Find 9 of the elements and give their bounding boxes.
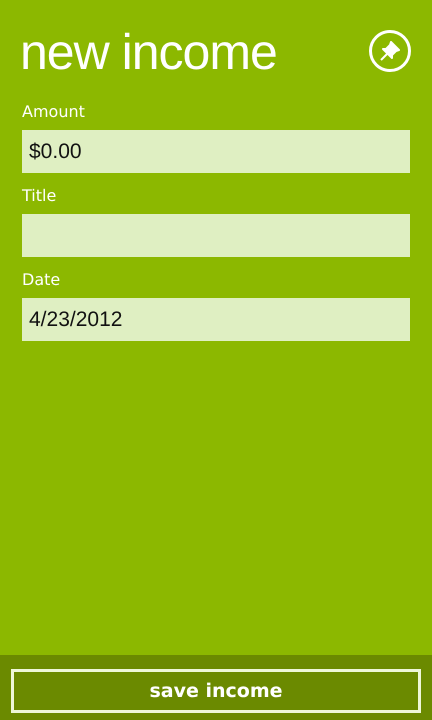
input-field[interactable]: 4/23/2012 [22, 298, 410, 341]
pin-button[interactable] [369, 30, 411, 72]
save-button[interactable]: save income [11, 668, 421, 712]
field-label: Title [22, 186, 58, 206]
field-label: Amount [22, 102, 86, 122]
input-field[interactable] [22, 214, 410, 257]
field-label: Date [22, 270, 62, 290]
input-field[interactable]: $0.00 [22, 130, 410, 173]
page-title: new income [20, 23, 277, 82]
